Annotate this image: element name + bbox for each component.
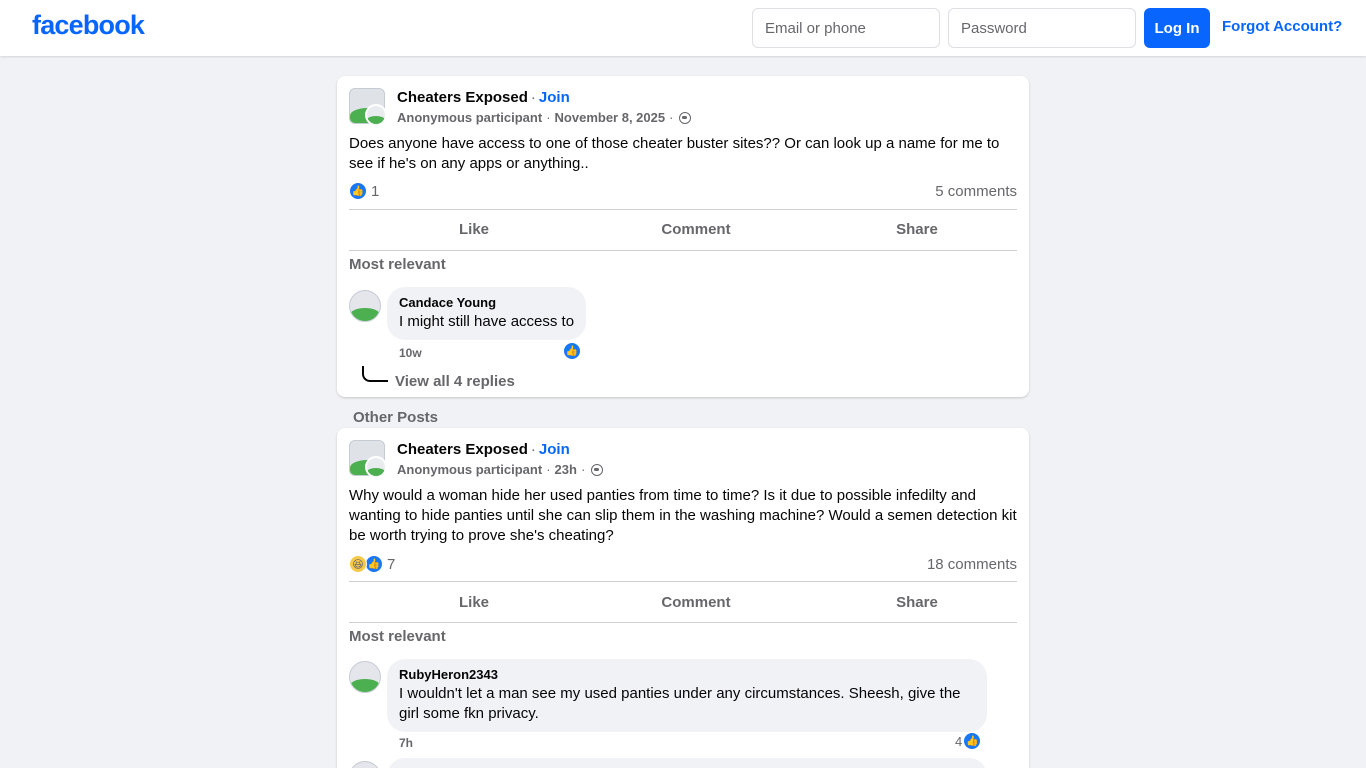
comments-count[interactable]: 5 comments bbox=[935, 183, 1017, 200]
top-bar: facebook Log In Forgot Account? bbox=[0, 0, 1366, 56]
reply-connector bbox=[362, 366, 388, 382]
separator: · bbox=[530, 441, 536, 458]
comment-author[interactable]: Candace Young bbox=[399, 295, 574, 310]
like-button[interactable]: Like bbox=[399, 221, 549, 238]
comment-button[interactable]: Comment bbox=[621, 221, 771, 238]
like-icon: 👍 bbox=[349, 182, 367, 200]
divider bbox=[349, 622, 1017, 623]
email-field[interactable] bbox=[752, 8, 940, 48]
post-text: Does anyone have access to one of those … bbox=[349, 135, 1000, 172]
other-posts-heading: Other Posts bbox=[353, 409, 439, 426]
group-name[interactable]: Cheaters Exposed bbox=[397, 89, 528, 106]
group-avatar[interactable] bbox=[349, 440, 387, 478]
post-meta: Anonymous participant · November 8, 2025… bbox=[397, 110, 692, 125]
post-author: Anonymous participant bbox=[397, 462, 543, 477]
separator: · bbox=[546, 110, 551, 125]
comment-time[interactable]: 10w bbox=[399, 346, 422, 360]
photo-placeholder-icon bbox=[350, 307, 380, 321]
group-name-line: Cheaters Exposed · Join bbox=[397, 441, 570, 458]
separator: · bbox=[530, 89, 536, 106]
divider bbox=[349, 581, 1017, 582]
like-icon: 👍 bbox=[563, 342, 581, 360]
facebook-logo[interactable]: facebook bbox=[32, 10, 145, 41]
comment-reactions[interactable]: 👍 bbox=[563, 342, 581, 360]
post-time[interactable]: November 8, 2025 bbox=[555, 110, 666, 125]
reaction-count: 1 bbox=[371, 182, 380, 200]
comment-bubble bbox=[387, 758, 987, 768]
post-author: Anonymous participant bbox=[397, 110, 543, 125]
login-button[interactable]: Log In bbox=[1144, 8, 1210, 48]
password-field[interactable] bbox=[948, 8, 1136, 48]
share-button[interactable]: Share bbox=[842, 594, 992, 611]
haha-icon: 😆 bbox=[349, 555, 367, 573]
like-button[interactable]: Like bbox=[399, 594, 549, 611]
join-link[interactable]: Join bbox=[539, 441, 570, 458]
separator: · bbox=[669, 110, 674, 125]
post-text: Why would a woman hide her used panties … bbox=[349, 487, 1017, 544]
comment-text: I wouldn't let a man see my used panties… bbox=[399, 685, 961, 722]
comment-sort[interactable]: Most relevant bbox=[349, 628, 446, 645]
photo-placeholder-icon bbox=[367, 467, 385, 476]
photo-placeholder-icon bbox=[350, 678, 380, 692]
group-avatar[interactable] bbox=[349, 88, 387, 126]
comment-reactions[interactable]: 4 👍 bbox=[955, 732, 982, 750]
reaction-count: 7 bbox=[387, 555, 396, 573]
comment-author[interactable]: RubyHeron2343 bbox=[399, 667, 975, 682]
comment-text: I might still have access to bbox=[399, 313, 575, 330]
reaction-summary[interactable]: 👍 1 bbox=[349, 182, 379, 200]
group-name[interactable]: Cheaters Exposed bbox=[397, 441, 528, 458]
reaction-summary[interactable]: 😆 👍 7 bbox=[349, 555, 395, 573]
group-name-line: Cheaters Exposed · Join bbox=[397, 89, 570, 106]
like-icon: 👍 bbox=[963, 732, 982, 750]
commenter-avatar[interactable] bbox=[349, 661, 381, 693]
comment-like-count: 4 bbox=[955, 733, 963, 749]
commenter-avatar[interactable] bbox=[349, 290, 381, 322]
photo-placeholder-icon bbox=[367, 115, 385, 124]
comment-time[interactable]: 7h bbox=[399, 736, 413, 750]
post-meta: Anonymous participant · 23h · bbox=[397, 462, 604, 477]
post-card: Cheaters Exposed · Join Anonymous particip… bbox=[337, 76, 1029, 397]
separator: · bbox=[546, 462, 551, 477]
post-card: Cheaters Exposed · Join Anonymous particip… bbox=[337, 428, 1029, 768]
share-button[interactable]: Share bbox=[842, 221, 992, 238]
comment-button[interactable]: Comment bbox=[621, 594, 771, 611]
user-avatar-icon bbox=[365, 456, 387, 478]
commenter-avatar[interactable] bbox=[349, 761, 381, 768]
comment-bubble: Candace Young I might still have access … bbox=[387, 287, 587, 340]
divider bbox=[349, 209, 1017, 210]
globe-icon bbox=[679, 111, 692, 124]
join-link[interactable]: Join bbox=[539, 89, 570, 106]
like-icon: 👍 bbox=[365, 555, 383, 573]
globe-icon bbox=[591, 463, 604, 476]
divider bbox=[349, 250, 1017, 251]
view-replies-link[interactable]: View all 4 replies bbox=[395, 373, 515, 390]
user-avatar-icon bbox=[365, 104, 387, 126]
comments-count[interactable]: 18 comments bbox=[927, 556, 1017, 573]
forgot-account-link[interactable]: Forgot Account? bbox=[1222, 18, 1342, 35]
post-time[interactable]: 23h bbox=[555, 462, 577, 477]
comment-bubble: RubyHeron2343 I wouldn't let a man see m… bbox=[387, 659, 987, 732]
comment-sort[interactable]: Most relevant bbox=[349, 256, 446, 273]
separator: · bbox=[580, 462, 586, 477]
